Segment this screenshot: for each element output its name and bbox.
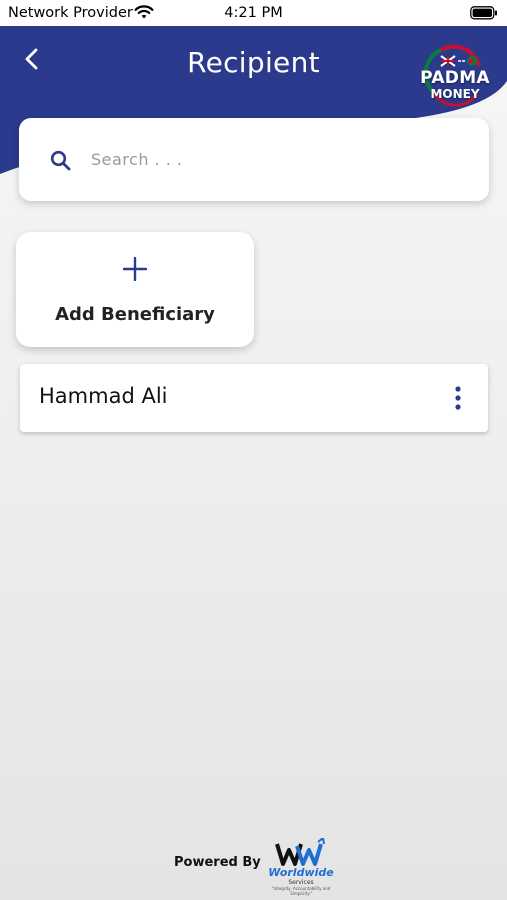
worldwide-tagline: "Integrity, Accountability and Simplicit…: [271, 886, 331, 896]
search-icon: [49, 149, 73, 178]
plus-icon: [122, 256, 148, 286]
powered-by-label: Powered By: [174, 855, 261, 870]
worldwide-services: Services: [288, 879, 314, 886]
more-vertical-icon: [455, 386, 461, 410]
worldwide-name: Worldwide: [268, 866, 334, 879]
battery-icon: [470, 6, 498, 24]
padma-money-logo: PADMA MONEY: [415, 42, 495, 114]
footer: Powered By Worldwide Services "Integrity…: [0, 838, 507, 896]
add-beneficiary-label: Add Beneficiary: [55, 304, 215, 325]
recipient-menu-button[interactable]: [448, 384, 468, 412]
worldwide-services-logo: Worldwide Services "Integrity, Accountab…: [265, 838, 337, 896]
recipient-name: Hammad Ali: [39, 384, 168, 408]
worldwide-logo-icon: [275, 838, 325, 866]
logo-name: PADMA: [420, 68, 490, 88]
recipient-list-item[interactable]: Hammad Ali: [20, 364, 488, 432]
add-beneficiary-button[interactable]: Add Beneficiary: [16, 232, 254, 347]
search-bar: [19, 118, 489, 201]
status-bar: Network Provider 4:21 PM: [0, 0, 507, 26]
search-input[interactable]: [89, 138, 473, 180]
logo-subtitle: MONEY: [430, 87, 480, 101]
clock-time: 4:21 PM: [224, 5, 283, 21]
